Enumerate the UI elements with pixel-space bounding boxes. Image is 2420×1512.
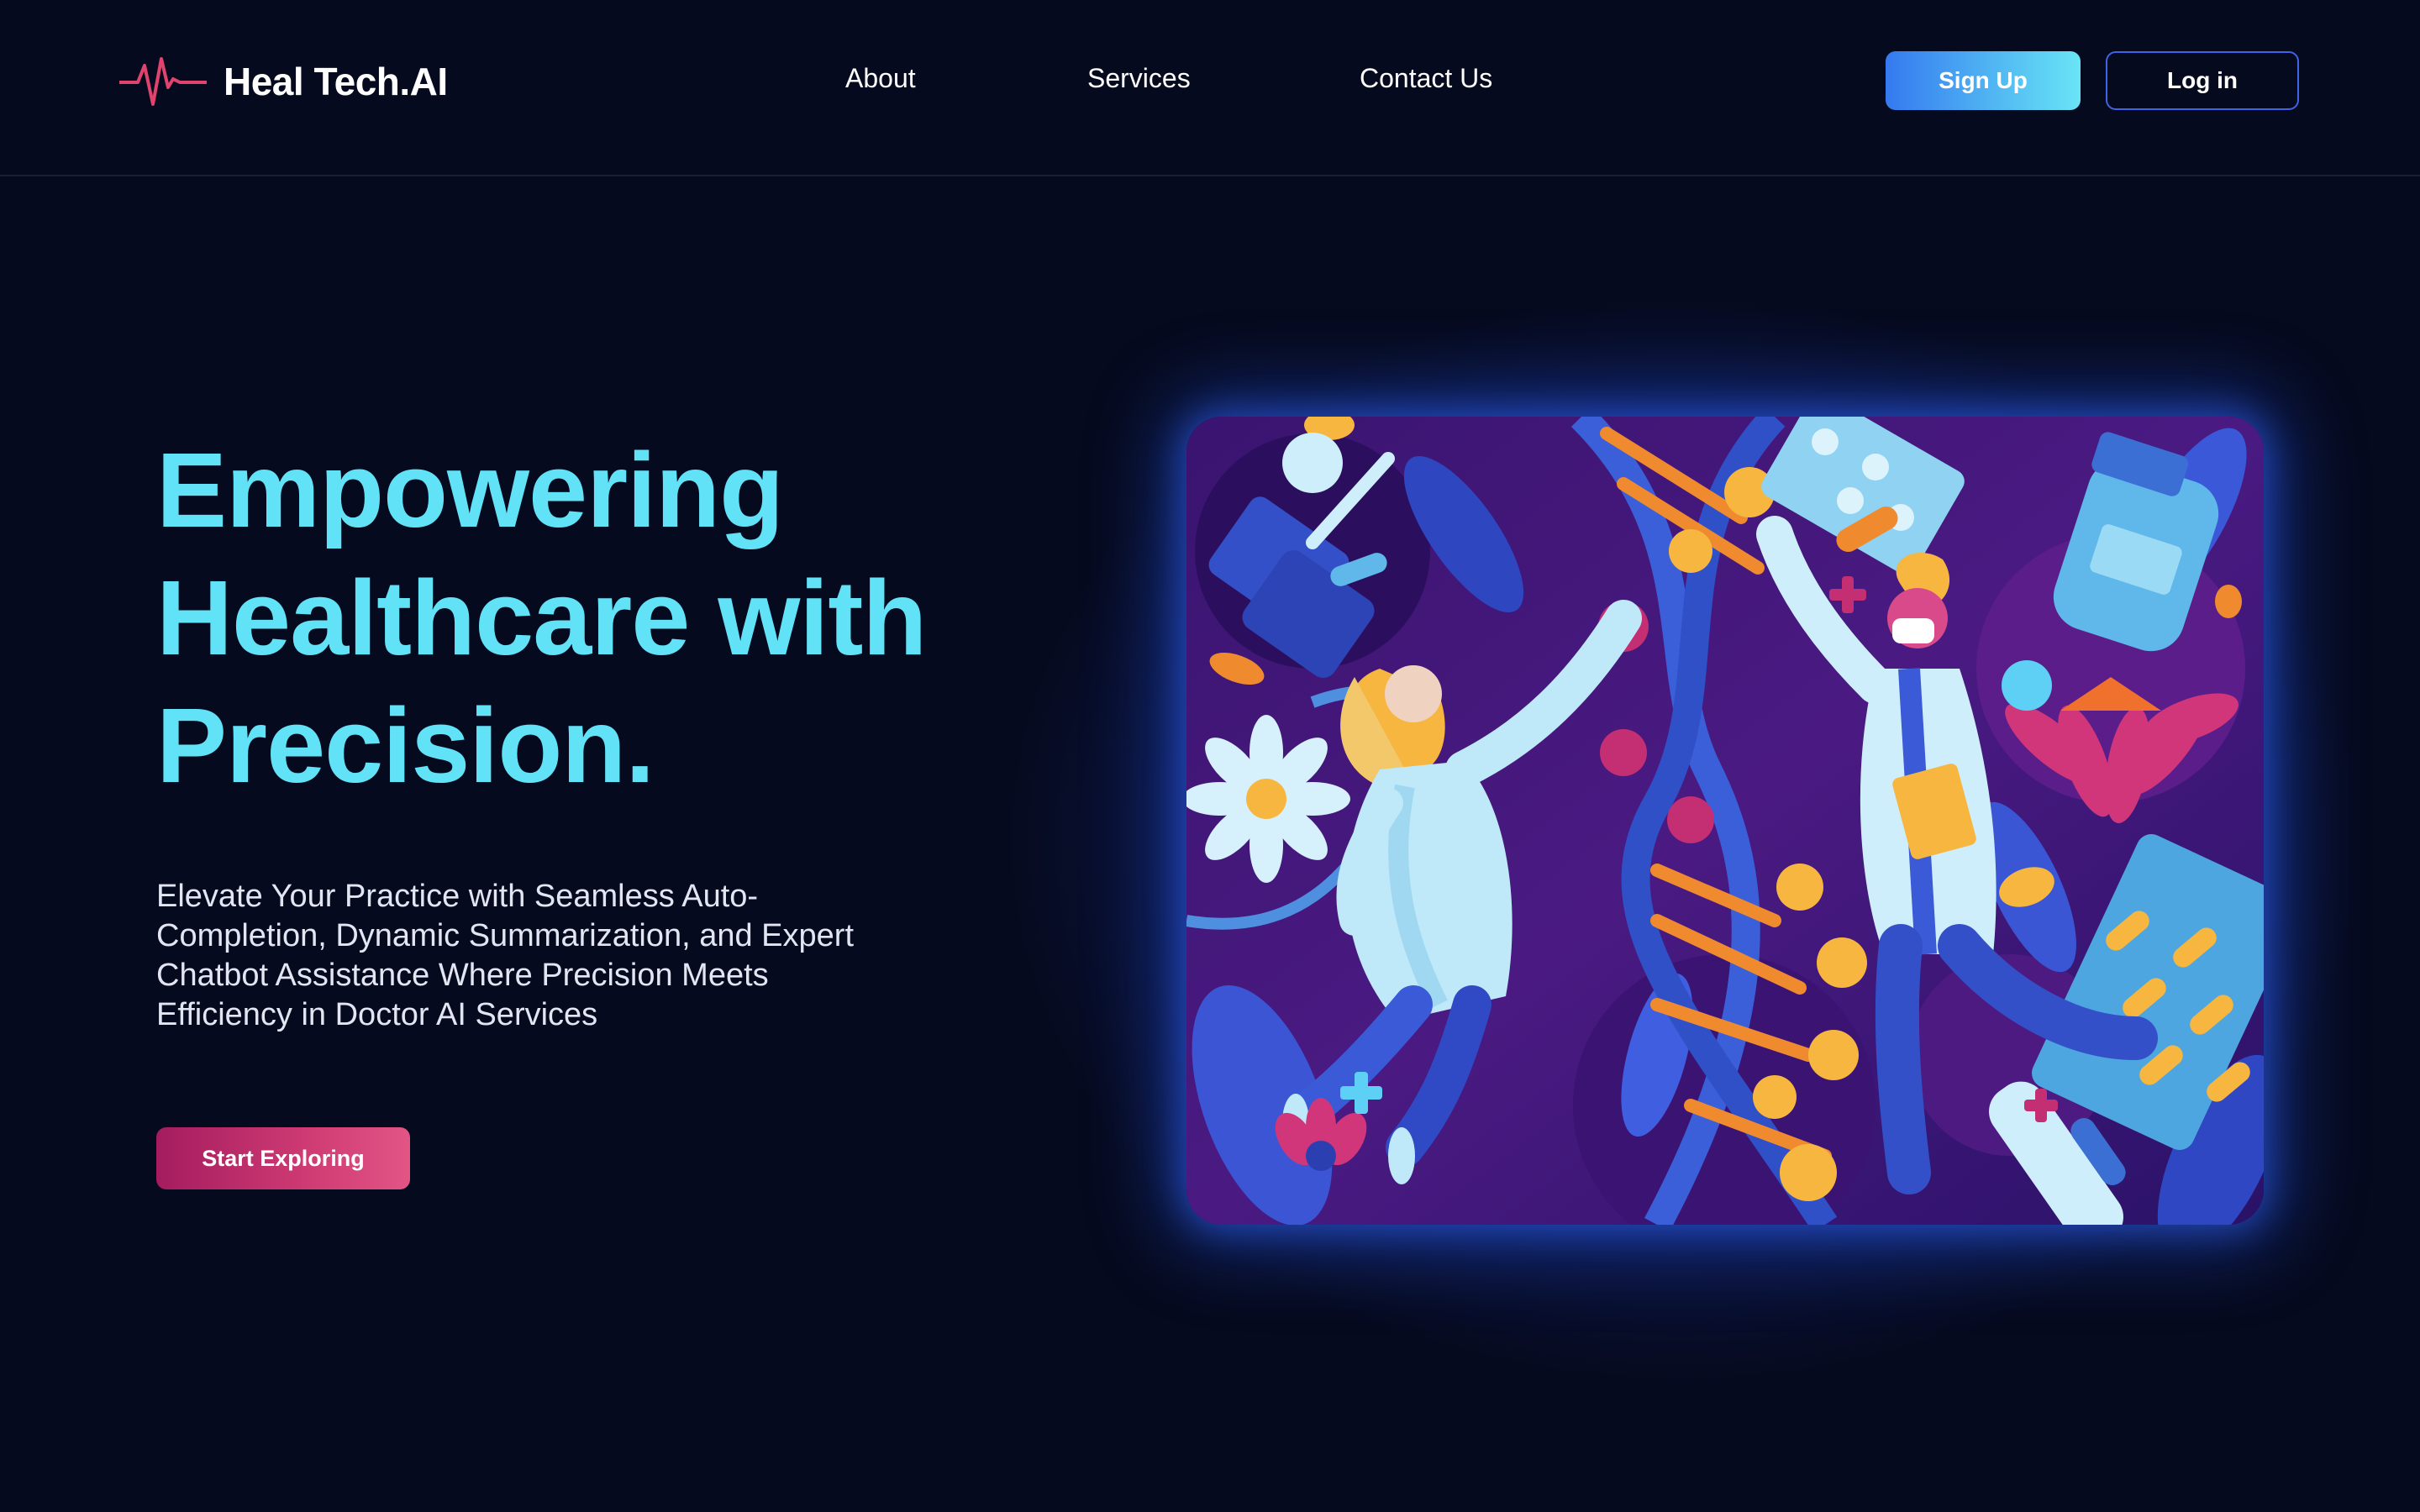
- logo-text: Heal Tech.AI: [224, 60, 448, 103]
- site-header: Heal Tech.AI About Services Contact Us S…: [0, 0, 2420, 176]
- sign-up-button[interactable]: Sign Up: [1886, 51, 2081, 110]
- hero-subtitle: Elevate Your Practice with Seamless Auto…: [156, 879, 855, 1032]
- hero-title-line: Precision.: [156, 686, 655, 805]
- heartbeat-pulse-icon: [119, 57, 207, 106]
- nav-link-contact-us[interactable]: Contact Us: [1360, 63, 1492, 94]
- start-exploring-button[interactable]: Start Exploring: [156, 1127, 410, 1189]
- landing-page: Heal Tech.AI About Services Contact Us S…: [0, 0, 2420, 1512]
- hero-title: Empowering Healthcare with Precision.: [156, 427, 1097, 810]
- logo[interactable]: Heal Tech.AI: [119, 52, 448, 111]
- hero-title-line: Empowering: [156, 431, 784, 549]
- hero-title-line: Healthcare with: [156, 559, 927, 677]
- nav-link-about[interactable]: About: [845, 63, 916, 94]
- medical-doctors-dna-illustration: [1186, 417, 2264, 1225]
- nav-link-services[interactable]: Services: [1087, 63, 1191, 94]
- log-in-button[interactable]: Log in: [2106, 51, 2299, 110]
